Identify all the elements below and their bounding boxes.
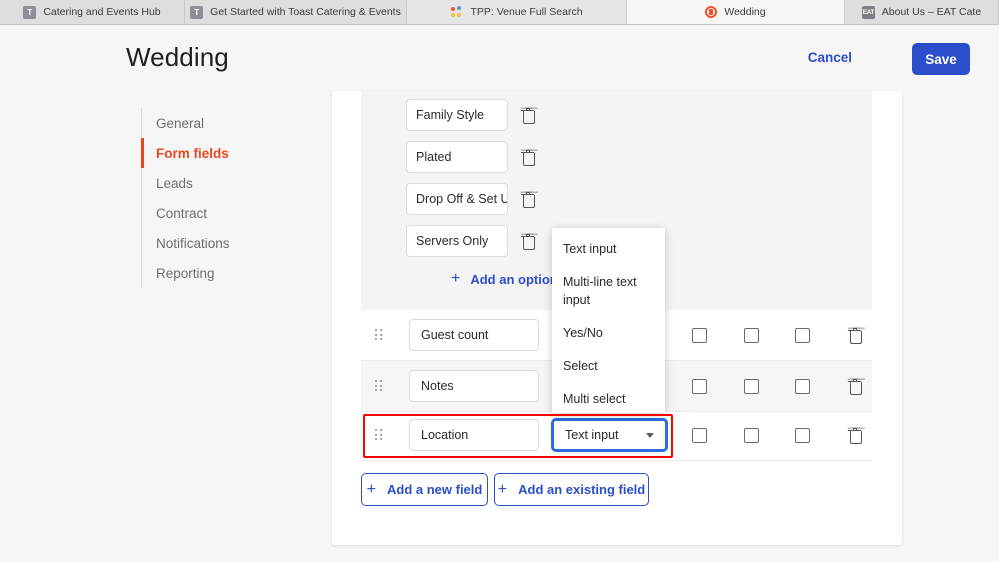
- sidebar-item-leads[interactable]: Leads: [141, 168, 331, 198]
- option-row: Drop Off & Set U: [406, 183, 534, 215]
- browser-tab-about-us-eat-catering[interactable]: EAT About Us – EAT Cate: [845, 0, 999, 24]
- delete-option-trash-icon[interactable]: [521, 150, 534, 165]
- field-visible-checkbox[interactable]: [744, 428, 759, 443]
- field-internal-checkbox[interactable]: [795, 428, 810, 443]
- field-name-input[interactable]: Guest count: [409, 319, 539, 351]
- browser-tab-tpp-venue-full-search[interactable]: TPP: Venue Full Search: [407, 0, 627, 24]
- sidebar-item-form-fields[interactable]: Form fields: [141, 138, 331, 168]
- delete-field-trash-icon[interactable]: [848, 328, 861, 343]
- page-header: Wedding Cancel Save: [0, 26, 999, 91]
- menu-item-multi-line-text-input[interactable]: Multi-line text input: [552, 273, 665, 309]
- plus-icon: +: [367, 482, 376, 498]
- sidebar-item-label: Contract: [156, 206, 207, 221]
- option-row: Family Style: [406, 99, 534, 131]
- sidebar-item-label: Reporting: [156, 266, 215, 281]
- cancel-button[interactable]: Cancel: [808, 50, 852, 65]
- drag-handle-icon[interactable]: [375, 329, 383, 341]
- add-a-new-field-button[interactable]: + Add a new field: [361, 473, 488, 506]
- field-name-input[interactable]: Notes: [409, 370, 539, 402]
- browser-tab-get-started-with-toast[interactable]: T Get Started with Toast Catering & Even…: [185, 0, 407, 24]
- option-value-input[interactable]: Servers Only: [406, 225, 508, 257]
- dots-favicon-icon: [450, 6, 463, 19]
- save-button[interactable]: Save: [912, 43, 970, 75]
- sidebar-nav: General Form fields Leads Contract Notif…: [141, 108, 331, 288]
- sidebar-item-label: General: [156, 116, 204, 131]
- add-an-option-button[interactable]: + Add an option: [451, 271, 558, 287]
- delete-field-trash-icon[interactable]: [848, 428, 861, 443]
- ring-favicon-icon: [705, 6, 717, 18]
- sidebar-item-label: Notifications: [156, 236, 230, 251]
- browser-tab-label: Get Started with Toast Catering & Events: [210, 6, 401, 18]
- browser-tab-label: About Us – EAT Cate: [882, 6, 981, 18]
- field-visible-checkbox[interactable]: [744, 328, 759, 343]
- option-row: Plated: [406, 141, 534, 173]
- sidebar-item-reporting[interactable]: Reporting: [141, 258, 331, 288]
- browser-tab-strip: T Catering and Events Hub T Get Started …: [0, 0, 999, 25]
- field-required-checkbox[interactable]: [692, 328, 707, 343]
- browser-tab-wedding[interactable]: Wedding: [627, 0, 845, 24]
- sidebar-item-general[interactable]: General: [141, 108, 331, 138]
- add-an-existing-field-label: Add an existing field: [518, 482, 645, 497]
- delete-option-trash-icon[interactable]: [521, 192, 534, 207]
- page-title: Wedding: [126, 42, 229, 73]
- browser-tab-label: Catering and Events Hub: [43, 6, 160, 18]
- delete-option-trash-icon[interactable]: [521, 234, 534, 249]
- sidebar-item-contract[interactable]: Contract: [141, 198, 331, 228]
- table-row: Location Text input: [361, 410, 872, 461]
- menu-item-yes-no[interactable]: Yes/No: [552, 324, 665, 342]
- plus-icon: +: [498, 482, 507, 498]
- sidebar-item-label: Form fields: [156, 146, 229, 161]
- delete-field-trash-icon[interactable]: [848, 379, 861, 394]
- field-type-dropdown-menu: Text input Multi-line text input Yes/No …: [552, 228, 665, 413]
- option-value-input[interactable]: Drop Off & Set U: [406, 183, 508, 215]
- sidebar-item-notifications[interactable]: Notifications: [141, 228, 331, 258]
- sidebar-item-label: Leads: [156, 176, 193, 191]
- toast-favicon-icon: T: [190, 6, 203, 19]
- field-type-value: Text input: [565, 428, 619, 442]
- eat-favicon-icon: EAT: [862, 6, 875, 19]
- field-internal-checkbox[interactable]: [795, 379, 810, 394]
- browser-tab-catering-and-events-hub[interactable]: T Catering and Events Hub: [0, 0, 185, 24]
- field-type-select[interactable]: Text input: [552, 419, 667, 451]
- menu-item-text-input[interactable]: Text input: [552, 240, 665, 258]
- delete-option-trash-icon[interactable]: [521, 108, 534, 123]
- option-value-input[interactable]: Family Style: [406, 99, 508, 131]
- plus-icon: +: [451, 271, 460, 287]
- field-required-checkbox[interactable]: [692, 379, 707, 394]
- toast-favicon-icon: T: [23, 6, 36, 19]
- option-value-input[interactable]: Plated: [406, 141, 508, 173]
- drag-handle-icon[interactable]: [375, 429, 383, 441]
- add-a-new-field-label: Add a new field: [387, 482, 482, 497]
- drag-handle-icon[interactable]: [375, 380, 383, 392]
- add-an-existing-field-button[interactable]: + Add an existing field: [494, 473, 649, 506]
- browser-tab-label: Wedding: [724, 6, 765, 18]
- add-an-option-label: Add an option: [470, 272, 557, 287]
- field-visible-checkbox[interactable]: [744, 379, 759, 394]
- chevron-down-icon: [646, 433, 654, 438]
- field-name-input[interactable]: Location: [409, 419, 539, 451]
- option-row: Servers Only: [406, 225, 534, 257]
- field-required-checkbox[interactable]: [692, 428, 707, 443]
- field-internal-checkbox[interactable]: [795, 328, 810, 343]
- menu-item-multi-select[interactable]: Multi select: [552, 390, 665, 408]
- menu-item-select[interactable]: Select: [552, 357, 665, 375]
- browser-tab-label: TPP: Venue Full Search: [470, 6, 582, 18]
